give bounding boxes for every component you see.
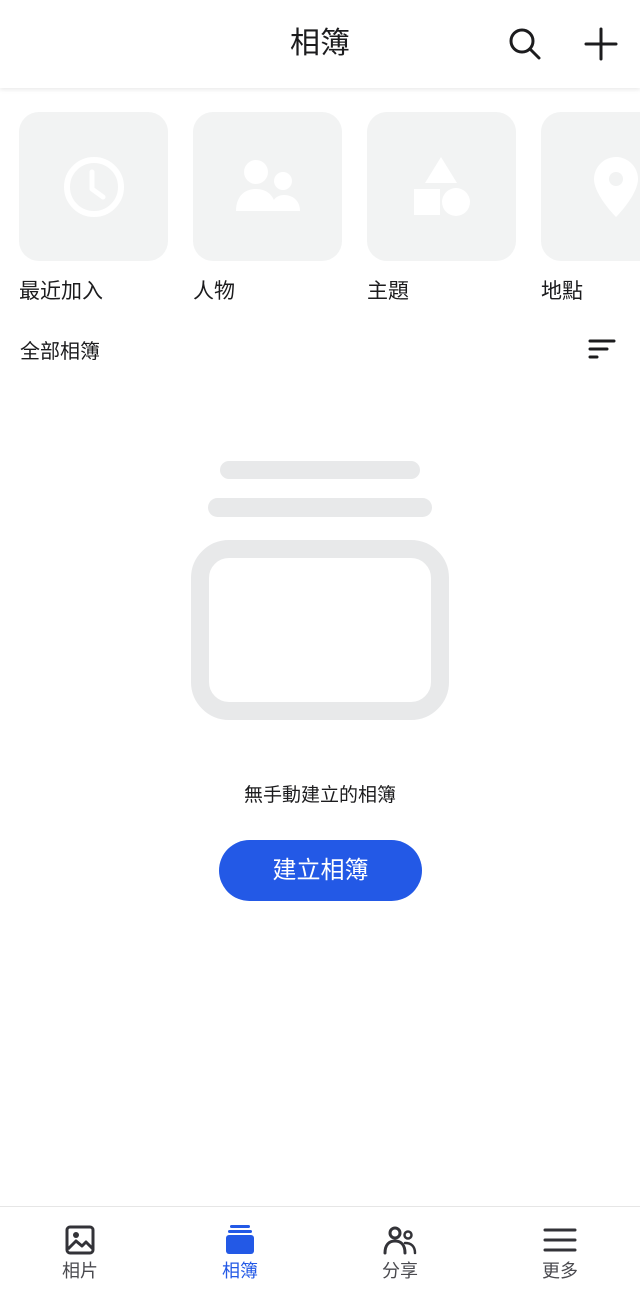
category-label: 地點 [541,279,583,303]
category-topics[interactable]: 主題 [367,112,516,305]
bottom-navigation: 相片 相簿 分享 更多 [0,1206,640,1294]
all-albums-heading: 全部相簿 [20,339,100,363]
category-tile [541,112,640,261]
add-button[interactable] [579,22,623,66]
nav-item-albums[interactable]: 相簿 [160,1207,320,1294]
category-tile [193,112,342,261]
nav-item-more[interactable]: 更多 [480,1207,640,1294]
category-tile [19,112,168,261]
albums-icon [226,1225,254,1254]
category-people[interactable]: 人物 [193,112,342,305]
plus-icon [584,27,618,61]
nav-item-photos[interactable]: 相片 [0,1207,160,1294]
location-pin-icon [593,156,638,217]
create-album-button[interactable]: 建立相簿 [219,840,422,901]
top-app-bar: 相簿 [0,0,640,88]
category-recently-added[interactable]: 最近加入 [19,112,168,305]
album-stack-icon [191,461,449,720]
nav-label: 分享 [382,1261,418,1282]
category-label: 人物 [193,279,235,303]
empty-albums-illustration [190,460,450,722]
category-row: 最近加入 人物 主題 地點 [0,112,640,312]
menu-icon [543,1228,577,1252]
share-people-icon [383,1226,417,1255]
category-label: 主題 [367,279,409,303]
nav-label: 更多 [542,1261,578,1282]
empty-state-message: 無手動建立的相簿 [243,784,396,806]
people-icon [235,159,300,211]
sort-button[interactable] [580,330,624,370]
category-tile [367,112,516,261]
photo-icon [65,1225,95,1255]
category-label: 最近加入 [19,279,103,303]
nav-item-share[interactable]: 分享 [320,1207,480,1294]
shapes-icon [413,156,470,216]
search-icon [509,28,541,60]
clock-icon [63,156,124,217]
nav-label: 相簿 [222,1261,258,1282]
sort-icon [588,339,616,359]
category-places[interactable]: 地點 [541,112,640,305]
nav-label: 相片 [62,1261,98,1282]
search-button[interactable] [503,22,547,66]
